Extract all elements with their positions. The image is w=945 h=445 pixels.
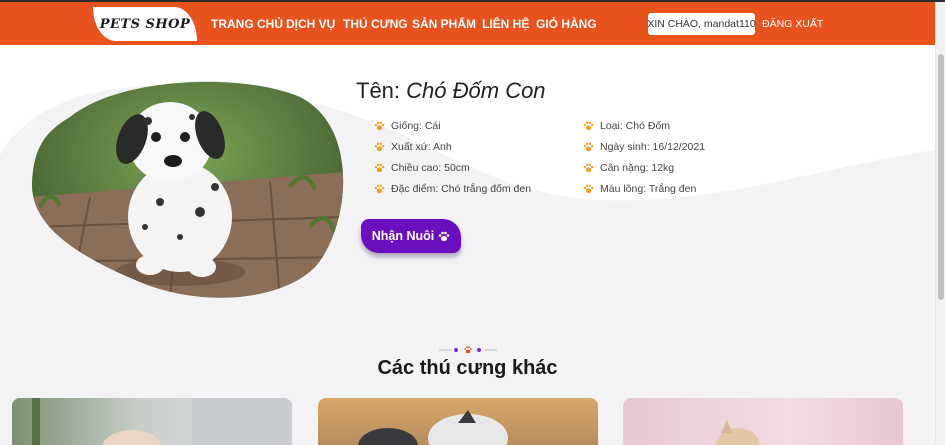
section-title: Các thú cưng khác	[377, 357, 558, 379]
attr-text: Loại: Chó Đốm	[600, 120, 671, 132]
attr-type: Loại: Chó Đốm	[583, 120, 670, 132]
logout-link[interactable]: ĐĂNG XUẤT	[762, 18, 823, 30]
attr-text: Chiều cao: 50cm	[391, 162, 470, 174]
attr-weight: Cân nặng: 12kg	[583, 162, 674, 174]
logo[interactable]: PETS SHOP	[93, 7, 197, 41]
paw-icon	[374, 142, 385, 152]
paw-icon	[374, 184, 385, 194]
pet-name-heading: Tên: Chó Đốm Con	[356, 78, 546, 104]
pet-card-image	[716, 420, 760, 445]
attr-fur-color: Màu lông: Trắng đen	[583, 183, 696, 195]
attr-text: Màu lông: Trắng đen	[600, 183, 697, 195]
pet-photo	[31, 81, 344, 298]
attr-origin: Xuất xứ: Anh	[374, 141, 452, 153]
attr-text: Xuất xứ: Anh	[391, 141, 452, 153]
nav-item-products[interactable]: SẢN PHẨM	[412, 17, 476, 31]
paw-icon	[374, 121, 385, 131]
vertical-scrollbar[interactable]	[935, 2, 945, 445]
attr-text: Ngày sinh: 16/12/2021	[600, 141, 706, 153]
attr-features: Đặc điểm: Chó trắng đốm đen	[374, 183, 531, 195]
attr-text: Cân nặng: 12kg	[600, 162, 675, 174]
paw-icon	[583, 163, 594, 173]
attr-height: Chiều cao: 50cm	[374, 162, 470, 174]
paw-icon	[583, 121, 594, 131]
scrollbar-thumb[interactable]	[938, 54, 944, 300]
attr-text: Giống: Cái	[391, 120, 441, 132]
user-greeting[interactable]: XIN CHÀO, mandat110	[647, 13, 756, 35]
adopt-button[interactable]: Nhận Nuôi	[361, 219, 461, 253]
section-divider	[439, 346, 497, 354]
nav-item-services[interactable]: DỊCH VỤ	[286, 17, 335, 31]
nav-item-cart[interactable]: GIỎ HÀNG	[536, 17, 597, 31]
attr-text: Đặc điểm: Chó trắng đốm đen	[391, 183, 532, 195]
nav-item-pets[interactable]: THÚ CƯNG	[343, 17, 408, 31]
paw-icon	[374, 163, 385, 173]
adopt-button-label: Nhận Nuôi	[371, 229, 435, 243]
pet-name-value: Chó Đốm Con	[406, 78, 546, 103]
paw-icon	[438, 231, 450, 241]
logo-text: PETS SHOP	[99, 16, 191, 32]
paw-icon	[583, 142, 594, 152]
pet-card-3[interactable]	[623, 398, 903, 445]
navbar: PETS SHOP TRANG CHỦ DỊCH VỤ THÚ CƯNG SẢN…	[0, 2, 935, 45]
nav-item-contact[interactable]: LIÊN HỆ	[482, 17, 529, 31]
pet-card-1[interactable]	[12, 398, 292, 445]
pet-card-2[interactable]	[318, 398, 598, 445]
pet-card-image	[32, 398, 292, 445]
pet-card-image	[358, 410, 508, 445]
attr-birthdate: Ngày sinh: 16/12/2021	[583, 141, 705, 153]
attr-breed: Giống: Cái	[374, 120, 441, 132]
nav-item-home[interactable]: TRANG CHỦ	[211, 17, 283, 31]
pet-name-label: Tên:	[356, 78, 401, 103]
paw-icon	[583, 184, 594, 194]
